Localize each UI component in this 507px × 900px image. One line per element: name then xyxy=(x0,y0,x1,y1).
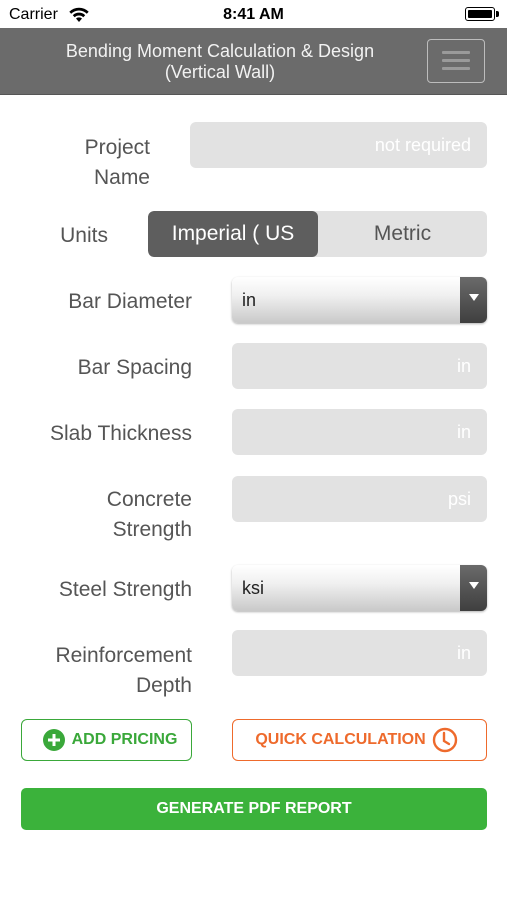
steel-strength-select[interactable]: ksi xyxy=(232,565,487,611)
add-pricing-label: ADD PRICING xyxy=(71,731,178,748)
clock-time: 8:41 AM xyxy=(223,6,284,23)
concrete-strength-label-line2: Strength xyxy=(112,518,192,541)
dropdown-arrow-icon[interactable] xyxy=(460,565,487,611)
bar-spacing-label: Bar Spacing xyxy=(77,356,192,379)
concrete-strength-input[interactable]: psi xyxy=(232,476,487,522)
status-bar: Carrier 8:41 AM xyxy=(0,0,507,28)
quick-calculation-label: QUICK CALCULATION xyxy=(255,731,426,748)
reinforcement-depth-label-line2: Depth xyxy=(135,674,192,697)
reinforcement-depth-input[interactable]: in xyxy=(232,630,487,676)
reinforcement-depth-label: Reinforcement Depth xyxy=(20,641,192,701)
units-option-metric[interactable]: Metric xyxy=(318,211,487,257)
reinforcement-depth-label-line1: Reinforcement xyxy=(55,644,192,667)
dropdown-arrow-icon[interactable] xyxy=(460,277,487,323)
units-label: Units xyxy=(60,224,108,247)
generate-pdf-report-label: GENERATE PDF REPORT xyxy=(156,800,352,817)
steel-strength-label: Steel Strength xyxy=(58,578,192,601)
plus-circle-icon xyxy=(42,729,65,751)
project-name-input[interactable]: not required xyxy=(190,122,487,168)
project-name-label-line1: Project xyxy=(84,136,150,159)
bar-spacing-input[interactable]: in xyxy=(232,343,487,389)
concrete-strength-label: Concrete Strength xyxy=(20,485,192,545)
project-name-placeholder: not required xyxy=(374,134,471,155)
generate-pdf-report-button[interactable]: GENERATE PDF REPORT xyxy=(21,788,487,830)
units-segmented-control[interactable]: Imperial ( US Metric xyxy=(148,211,487,257)
bar-diameter-select[interactable]: in xyxy=(232,277,487,323)
hamburger-menu-icon[interactable] xyxy=(427,39,485,83)
app-header: Bending Moment Calculation & Design (Ver… xyxy=(0,28,507,95)
project-name-label: Project Name xyxy=(20,133,150,193)
slab-thickness-placeholder: in xyxy=(456,421,471,442)
bar-diameter-label: Bar Diameter xyxy=(68,290,192,313)
quick-calculation-button[interactable]: QUICK CALCULATION xyxy=(232,719,487,761)
clock-icon xyxy=(432,727,457,753)
concrete-strength-label-line1: Concrete xyxy=(106,488,192,511)
units-option-imperial[interactable]: Imperial ( US xyxy=(148,211,318,257)
bar-spacing-placeholder: in xyxy=(456,355,471,376)
concrete-strength-placeholder: psi xyxy=(447,488,471,509)
add-pricing-button[interactable]: ADD PRICING xyxy=(21,719,192,761)
steel-strength-value: ksi xyxy=(242,578,264,598)
project-name-label-line2: Name xyxy=(93,166,150,189)
page-title-line2: (Vertical Wall) xyxy=(164,62,276,82)
bar-diameter-value: in xyxy=(242,290,257,310)
page-title: Bending Moment Calculation & Design (Ver… xyxy=(30,41,410,83)
slab-thickness-label: Slab Thickness xyxy=(49,422,192,445)
battery-icon xyxy=(465,7,499,21)
page-title-line1: Bending Moment Calculation & Design xyxy=(65,41,375,61)
slab-thickness-input[interactable]: in xyxy=(232,409,487,455)
reinforcement-depth-placeholder: in xyxy=(456,642,471,663)
